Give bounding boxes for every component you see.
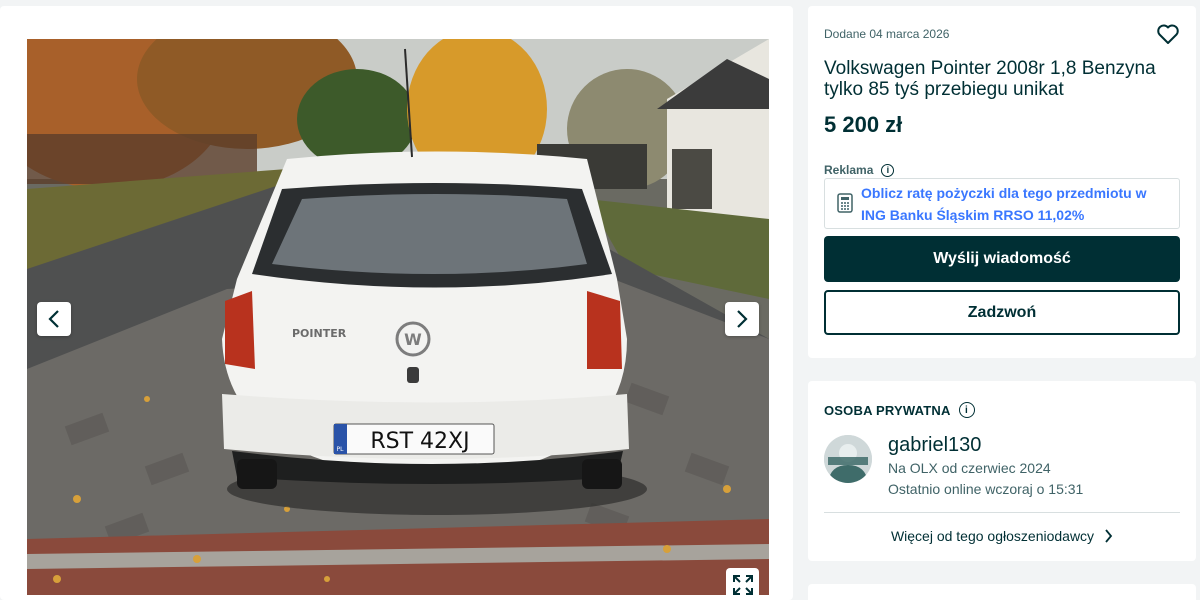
model-badge: POINTER	[292, 327, 347, 340]
info-icon[interactable]: i	[958, 402, 975, 418]
info-icon[interactable]: i	[881, 163, 895, 177]
heart-icon	[1157, 24, 1179, 44]
divider	[824, 512, 1180, 513]
car-photo-illustration: W POINTER PL RST 42XJ	[27, 39, 769, 595]
favorite-button[interactable]	[1156, 22, 1180, 46]
avatar[interactable]	[824, 435, 872, 483]
ad-label: Reklama i	[824, 163, 895, 177]
license-plate: RST 42XJ	[370, 429, 469, 454]
loan-calculator-link[interactable]: Oblicz ratę pożyczki dla tego przedmiotu…	[824, 178, 1180, 229]
loan-text: Oblicz ratę pożyczki dla tego przedmiotu…	[861, 185, 1147, 223]
fullscreen-icon	[732, 574, 753, 595]
call-button[interactable]: Zadzwoń	[824, 290, 1180, 335]
added-date: Dodane 04 marca 2026	[824, 27, 950, 41]
next-photo-button[interactable]	[725, 302, 759, 336]
chevron-right-icon	[1105, 529, 1113, 543]
chevron-right-icon	[737, 310, 748, 328]
listing-price: 5 200 zł	[824, 112, 903, 137]
svg-text:W: W	[404, 330, 422, 349]
svg-text:PL: PL	[337, 446, 345, 453]
seller-type: OSOBA PRYWATNA i	[824, 402, 975, 418]
chevron-left-icon	[48, 310, 59, 328]
ad-details-card: Dodane 04 marca 2026 Volkswagen Pointer …	[808, 6, 1196, 358]
seller-since: Na OLX od czerwiec 2024	[888, 460, 1051, 476]
previous-photo-button[interactable]	[37, 302, 71, 336]
listing-photo[interactable]: W POINTER PL RST 42XJ	[27, 39, 769, 595]
seller-name[interactable]: gabriel130	[888, 434, 981, 457]
more-from-seller-link[interactable]: Więcej od tego ogłoszeniodawcy	[808, 528, 1196, 544]
calculator-icon	[825, 179, 861, 218]
seller-card: OSOBA PRYWATNA i gabriel130 Na OLX od cz…	[808, 381, 1196, 561]
listing-title: Volkswagen Pointer 2008r 1,8 Benzyna tyl…	[824, 58, 1156, 100]
next-section-card	[808, 584, 1196, 600]
fullscreen-button[interactable]	[726, 568, 759, 600]
seller-last-online: Ostatnio online wczoraj o 15:31	[888, 481, 1084, 497]
gallery-card: W POINTER PL RST 42XJ	[0, 6, 793, 600]
send-message-button[interactable]: Wyślij wiadomość	[824, 236, 1180, 282]
